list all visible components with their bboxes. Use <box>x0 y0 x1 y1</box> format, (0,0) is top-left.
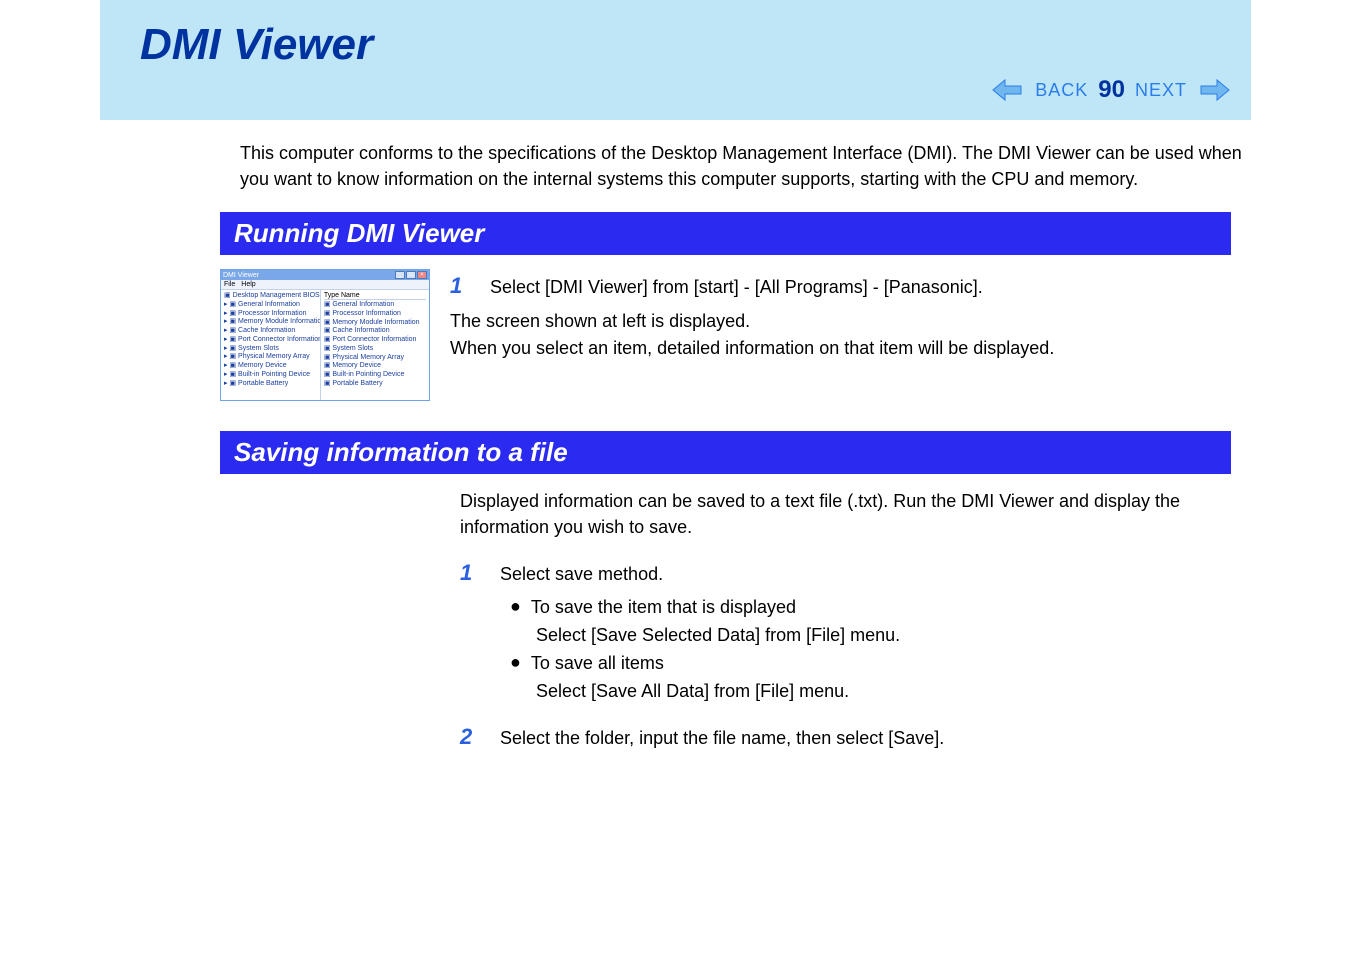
tree-item: ▸ ▣ Memory Module Information <box>224 318 317 327</box>
list-item: ▣ Memory Device <box>324 362 426 371</box>
header-band: DMI Viewer BACK 90 NEXT <box>100 0 1251 120</box>
thumb-body: ▣ Desktop Management BIOS ▸ ▣ General In… <box>221 290 429 400</box>
step-line: 2 Select the folder, input the file name… <box>460 720 1231 754</box>
step-text: Select save method. <box>500 561 663 589</box>
saving-intro: Displayed information can be saved to a … <box>460 488 1231 540</box>
tree-item: ▸ ▣ Built-in Pointing Device <box>224 371 317 380</box>
nav-bar: BACK 90 NEXT <box>100 70 1251 110</box>
step-number: 1 <box>450 269 470 302</box>
minimize-icon: _ <box>395 271 405 279</box>
tree-item: ▣ Desktop Management BIOS <box>224 292 317 301</box>
list-item: ▣ System Slots <box>324 345 426 354</box>
bullet-head: To save the item that is displayed <box>531 594 796 622</box>
thumb-tree: ▣ Desktop Management BIOS ▸ ▣ General In… <box>221 290 321 400</box>
maximize-icon: □ <box>406 271 416 279</box>
page: DMI Viewer BACK 90 NEXT This computer co… <box>0 0 1351 754</box>
tree-item: ▸ ▣ System Slots <box>224 345 317 354</box>
list-item: ▣ Built-in Pointing Device <box>324 371 426 380</box>
tree-item: ▸ ▣ Memory Device <box>224 362 317 371</box>
thumb-menubar: File Help <box>221 280 429 290</box>
step-line: 1 Select [DMI Viewer] from [start] - [Al… <box>450 269 1231 302</box>
list-item: ▣ General Information <box>324 301 426 310</box>
bullet-item: ● To save all items <box>510 650 1231 678</box>
step-text: Select the folder, input the file name, … <box>500 725 944 753</box>
page-title: DMI Viewer <box>100 20 1251 70</box>
list-item: ▣ Processor Information <box>324 310 426 319</box>
tree-item: ▸ ▣ Port Connector Information <box>224 336 317 345</box>
tree-item: ▸ ▣ Processor Information <box>224 310 317 319</box>
bullet-icon: ● <box>510 594 521 619</box>
list-item: ▣ Portable Battery <box>324 380 426 389</box>
next-link[interactable]: NEXT <box>1135 80 1187 101</box>
step-text: Select [DMI Viewer] from [start] - [All … <box>490 274 983 301</box>
step-number: 2 <box>460 720 480 754</box>
list-item: ▣ Cache Information <box>324 327 426 336</box>
tree-item: ▸ ▣ Physical Memory Array <box>224 353 317 362</box>
tree-item: ▸ ▣ General Information <box>224 301 317 310</box>
list-item: ▣ Physical Memory Array <box>324 354 426 363</box>
thumb-titlebar: DMI Viewer _ □ × <box>221 270 429 280</box>
back-link[interactable]: BACK <box>1035 80 1088 101</box>
running-note-2: When you select an item, detailed inform… <box>450 335 1231 362</box>
save-sub-list: ● To save the item that is displayed Sel… <box>510 594 1231 706</box>
tree-item: ▸ ▣ Portable Battery <box>224 380 317 389</box>
thumb-window-controls: _ □ × <box>395 271 427 279</box>
dmi-viewer-screenshot: DMI Viewer _ □ × File Help ▣ Desktop Man… <box>220 269 430 401</box>
bullet-head: To save all items <box>531 650 664 678</box>
intro-paragraph: This computer conforms to the specificat… <box>240 140 1271 212</box>
page-number: 90 <box>1098 76 1125 104</box>
running-step-block: 1 Select [DMI Viewer] from [start] - [Al… <box>450 269 1231 401</box>
list-item: ▣ Memory Module Information <box>324 319 426 328</box>
running-note-1: The screen shown at left is displayed. <box>450 308 1231 335</box>
bullet-desc: Select [Save All Data] from [File] menu. <box>536 678 1231 706</box>
bullet-icon: ● <box>510 650 521 675</box>
running-row: DMI Viewer _ □ × File Help ▣ Desktop Man… <box>220 269 1231 401</box>
next-arrow-icon[interactable] <box>1197 78 1231 102</box>
thumb-list-header: Type Name <box>324 292 426 300</box>
step-line: 1 Select save method. <box>460 556 1231 590</box>
thumb-title: DMI Viewer <box>223 272 259 279</box>
back-arrow-icon[interactable] <box>991 78 1025 102</box>
list-item: ▣ Port Connector Information <box>324 336 426 345</box>
bullet-item: ● To save the item that is displayed <box>510 594 1231 622</box>
thumb-menu-file: File <box>224 281 235 288</box>
step-number: 1 <box>460 556 480 590</box>
thumb-menu-help: Help <box>241 281 255 288</box>
tree-item: ▸ ▣ Cache Information <box>224 327 317 336</box>
thumb-list: Type Name ▣ General Information ▣ Proces… <box>321 290 429 400</box>
bullet-desc: Select [Save Selected Data] from [File] … <box>536 622 1231 650</box>
saving-steps: 1 Select save method. ● To save the item… <box>460 556 1231 754</box>
close-icon: × <box>417 271 427 279</box>
section-heading-saving: Saving information to a file <box>220 431 1231 474</box>
section-heading-running: Running DMI Viewer <box>220 212 1231 255</box>
